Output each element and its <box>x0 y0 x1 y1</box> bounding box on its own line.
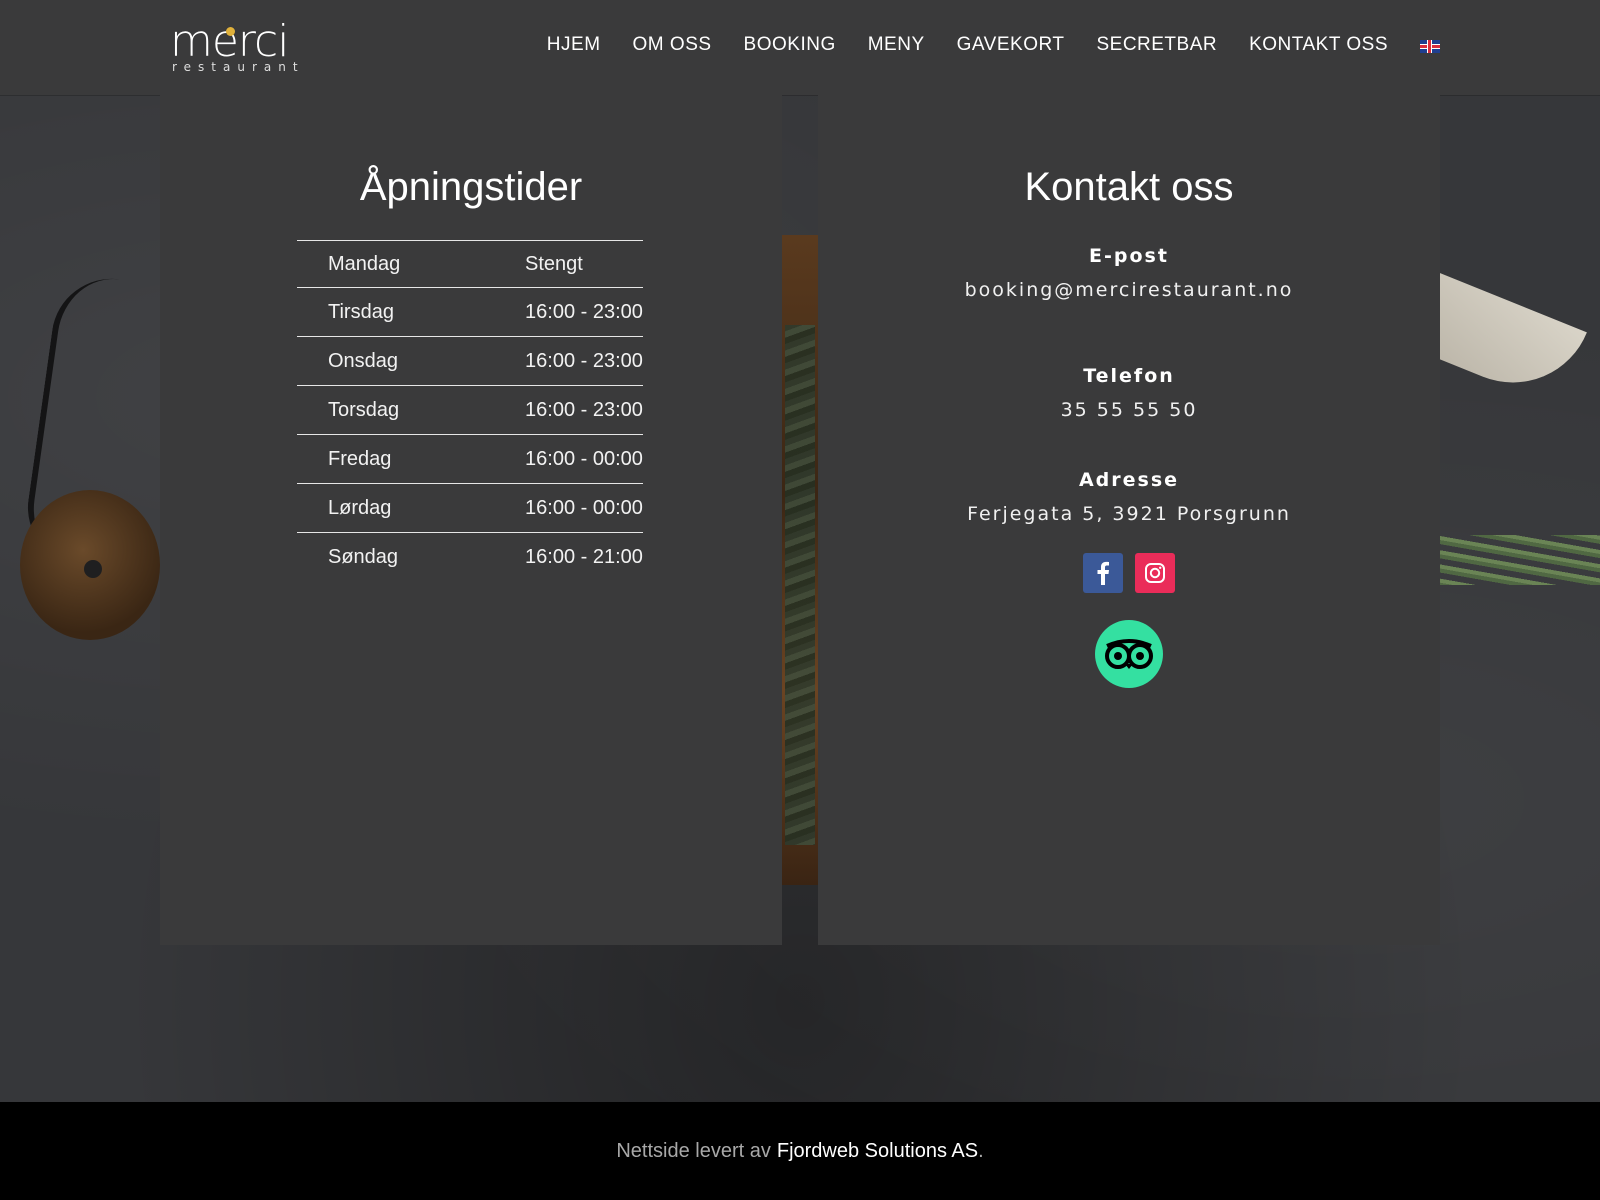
table-row: Lørdag 16:00 - 00:00 <box>297 483 643 533</box>
email-label: E-post <box>1089 245 1169 267</box>
day-hours: 16:00 - 21:00 <box>525 546 643 568</box>
instagram-button[interactable] <box>1135 553 1175 593</box>
nav-om-oss[interactable]: OM OSS <box>617 34 728 56</box>
phone-block: Telefon 35 55 55 50 <box>818 365 1440 421</box>
opening-hours-panel: Åpningstider Mandag Stengt Tirsdag 16:00… <box>160 95 782 945</box>
opening-hours-title: Åpningstider <box>359 165 583 209</box>
day-hours: 16:00 - 23:00 <box>495 385 643 435</box>
main-navigation: HJEM OM OSS BOOKING MENY GAVEKORT SECRET… <box>531 34 1440 56</box>
footer-credit-link[interactable]: Fjordweb Solutions AS <box>777 1140 978 1163</box>
table-row: Onsdag 16:00 - 23:00 <box>297 336 643 386</box>
table-row: Fredag 16:00 - 00:00 <box>297 434 643 484</box>
day-hours: 16:00 - 00:00 <box>495 483 643 533</box>
contact-panel: Kontakt oss E-post booking@mercirestaura… <box>818 95 1440 945</box>
footer-period: . <box>978 1139 984 1162</box>
logo-subtitle: restaurant <box>172 60 305 74</box>
table-row: Mandag Stengt <box>297 240 643 288</box>
day-name: Torsdag <box>297 385 496 435</box>
day-name: Lørdag <box>297 483 496 533</box>
email-block: E-post booking@mercirestaurant.no <box>818 245 1440 301</box>
nav-hjem[interactable]: HJEM <box>531 34 617 56</box>
day-name: Fredag <box>297 434 496 484</box>
table-row: Tirsdag 16:00 - 23:00 <box>297 287 643 337</box>
background-green-onion <box>1430 535 1600 585</box>
facebook-icon <box>1097 561 1109 585</box>
day-hours: 16:00 - 23:00 <box>495 287 643 337</box>
day-name: Tirsdag <box>297 287 496 337</box>
instagram-icon <box>1145 563 1165 583</box>
table-row: Torsdag 16:00 - 23:00 <box>297 385 643 435</box>
opening-hours-table: Mandag Stengt Tirsdag 16:00 - 23:00 Onsd… <box>297 240 643 581</box>
contact-title: Kontakt oss <box>1024 165 1234 209</box>
tripadvisor-icon <box>1105 639 1153 669</box>
site-footer: Nettside levert av Fjordweb Solutions AS… <box>0 1102 1600 1200</box>
address-label: Adresse <box>1078 469 1180 491</box>
background-herbs <box>785 325 815 845</box>
nav-secretbar[interactable]: SECRETBAR <box>1080 34 1233 56</box>
social-links <box>818 553 1440 593</box>
background-board-hole <box>84 560 102 578</box>
nav-gavekort[interactable]: GAVEKORT <box>941 34 1081 56</box>
email-link[interactable]: booking@mercirestaurant.no <box>818 279 1440 301</box>
day-name: Søndag <box>328 546 399 568</box>
nav-kontakt-oss[interactable]: KONTAKT OSS <box>1233 34 1404 56</box>
day-hours: Stengt <box>495 240 643 288</box>
footer-credit-text: Nettside levert av <box>616 1139 771 1162</box>
phone-label: Telefon <box>1083 365 1175 387</box>
day-name: Onsdag <box>297 336 496 386</box>
address-block: Adresse Ferjegata 5, 3921 Porsgrunn <box>818 469 1440 525</box>
uk-flag-icon[interactable] <box>1420 40 1440 53</box>
nav-booking[interactable]: BOOKING <box>728 34 852 56</box>
table-row: Søndag 16:00 - 21:00 <box>297 533 643 582</box>
day-hours: 16:00 - 23:00 <box>495 336 643 386</box>
logo[interactable]: merci restaurant <box>170 20 310 75</box>
logo-accent-dot <box>226 27 235 36</box>
day-name: Mandag <box>297 240 496 288</box>
address-text: Ferjegata 5, 3921 Porsgrunn <box>967 503 1291 525</box>
day-hours: 16:00 - 00:00 <box>495 434 643 484</box>
phone-link[interactable]: 35 55 55 50 <box>818 399 1440 421</box>
nav-meny[interactable]: MENY <box>852 34 941 56</box>
site-header: merci restaurant HJEM OM OSS BOOKING MEN… <box>0 0 1600 95</box>
logo-wordmark: merci <box>170 16 289 67</box>
facebook-button[interactable] <box>1083 553 1123 593</box>
tripadvisor-button[interactable] <box>1095 620 1163 688</box>
